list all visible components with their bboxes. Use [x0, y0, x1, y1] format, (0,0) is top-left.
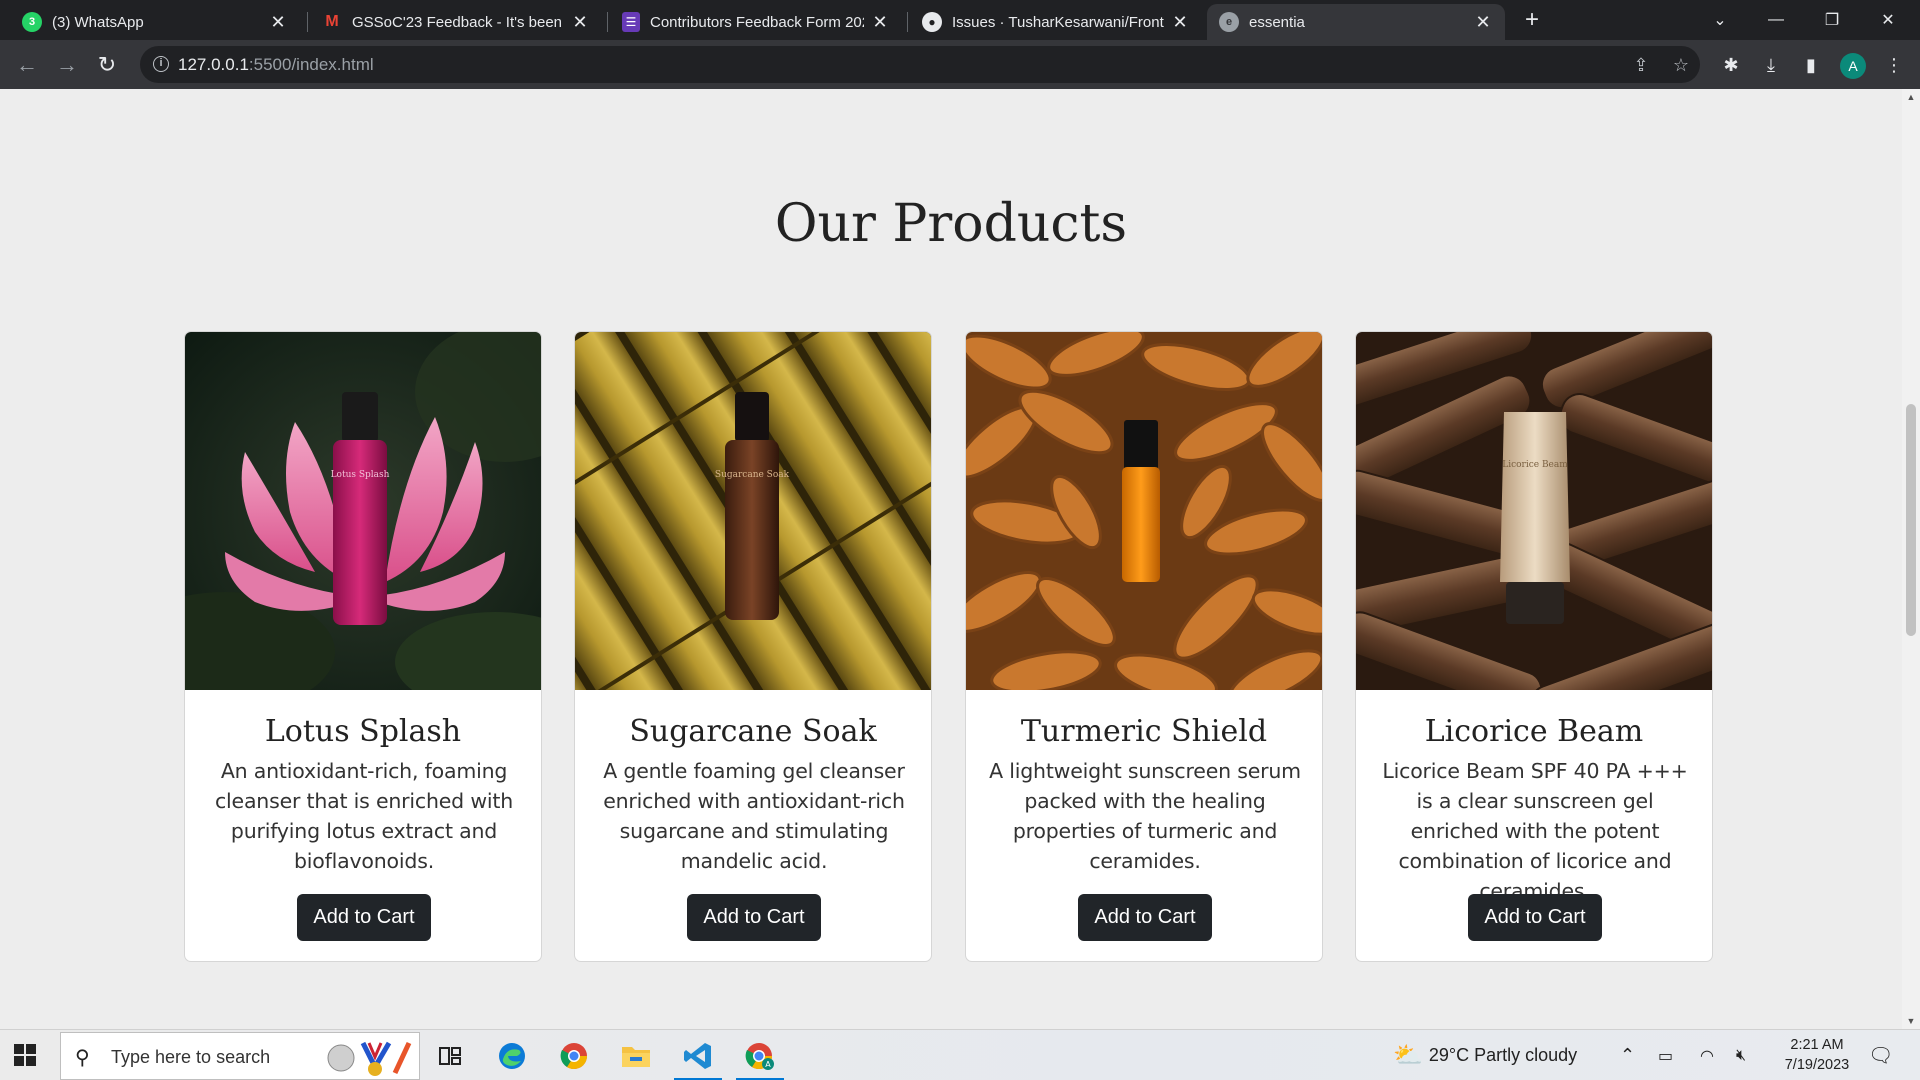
wifi-icon[interactable]: ◠ [1700, 1030, 1714, 1080]
file-explorer-icon[interactable] [608, 1030, 664, 1080]
bottle-label: Lotus Splash [331, 470, 390, 480]
windows-taskbar: ⚲ Type here to search A ⛅ 29°C Partly cl… [0, 1029, 1920, 1080]
tab-title: essentia [1249, 13, 1305, 31]
product-card: Licorice Beam Licorice Beam Licorice Bea… [1355, 331, 1713, 962]
scroll-up-icon[interactable]: ▲ [1902, 89, 1920, 105]
svg-text:A: A [765, 1060, 771, 1069]
menu-kebab-icon[interactable]: ⋮ [1883, 54, 1905, 76]
product-name: Sugarcane Soak [629, 714, 877, 749]
search-placeholder: Type here to search [111, 1047, 271, 1067]
vscode-icon[interactable] [670, 1030, 726, 1080]
profile-avatar[interactable]: A [1840, 53, 1866, 79]
globe-icon: e [1219, 12, 1239, 32]
url-path: :5500/index.html [248, 55, 374, 74]
product-card: Sugarcane Soak Sugarcane Soak A gentle f… [574, 331, 932, 962]
scroll-down-icon[interactable]: ▼ [1902, 1013, 1920, 1029]
clock-date: 7/19/2023 [1784, 1057, 1850, 1073]
clock-time: 2:21 AM [1790, 1037, 1844, 1053]
bottle-label: Licorice Beam [1502, 460, 1568, 470]
partly-cloudy-icon: ⛅ [1393, 1042, 1423, 1069]
product-name: Licorice Beam [1424, 714, 1644, 749]
bottle-label: Sugarcane Soak [715, 470, 790, 480]
bookmark-star-icon[interactable]: ☆ [1670, 54, 1692, 76]
product-card: Turmeric Shield A lightweight sunscreen … [965, 331, 1323, 962]
product-name: Turmeric Shield [1020, 714, 1268, 749]
tab-title: Contributors Feedback Form 202 [650, 13, 864, 31]
weather-widget[interactable]: ⛅ 29°C Partly cloudy [1393, 1030, 1577, 1080]
volume-muted-icon[interactable]: 🔇︎ [1736, 1030, 1746, 1080]
back-icon[interactable]: ← [12, 50, 42, 80]
tab-strip: 3 (3) WhatsApp ✕ M GSSoC'23 Feedback - I… [0, 0, 1920, 40]
add-to-cart-button[interactable]: Add to Cart [1468, 894, 1602, 941]
url-host: 127.0.0.1 [178, 55, 249, 74]
product-image [966, 332, 1322, 690]
product-image: Lotus Splash [185, 332, 541, 690]
task-view-icon[interactable] [422, 1030, 478, 1080]
scrollbar-thumb[interactable] [1906, 404, 1916, 636]
close-icon[interactable]: ✕ [1473, 12, 1493, 33]
tab-title: (3) WhatsApp [52, 13, 144, 31]
product-name: Lotus Splash [264, 714, 462, 749]
minimize-button[interactable]: — [1748, 0, 1804, 40]
restore-button[interactable]: ❐ [1804, 0, 1860, 40]
browser-toolbar: ← → ↻ i 127.0.0.1:5500/index.html ⇪ ☆ ✱ … [0, 40, 1920, 89]
page-viewport: Our Products Lotus Splash Lotus Splash A… [0, 89, 1902, 1029]
product-description: A gentle foaming gel cleanser enriched w… [603, 759, 905, 873]
forward-icon[interactable]: → [52, 50, 82, 80]
edge-icon[interactable] [484, 1030, 540, 1080]
tab-search-icon[interactable]: ⌄ [1692, 0, 1748, 40]
tab-essentia[interactable]: e essentia ✕ [1207, 4, 1505, 40]
address-bar[interactable]: i 127.0.0.1:5500/index.html ⇪ ☆ [140, 46, 1700, 83]
site-info-icon[interactable]: i [153, 56, 169, 72]
add-to-cart-button[interactable]: Add to Cart [1078, 894, 1212, 941]
page-scrollbar[interactable]: ▲ ▼ [1902, 89, 1920, 1029]
add-to-cart-button[interactable]: Add to Cart [687, 894, 821, 941]
tab-github[interactable]: ● Issues · TusharKesarwani/Front-E ✕ [910, 4, 1202, 40]
search-icon: ⚲ [75, 1047, 90, 1069]
download-icon[interactable]: ⤓ [1760, 54, 1782, 76]
close-icon[interactable]: ✕ [870, 12, 890, 33]
extensions-icon[interactable]: ✱ [1720, 54, 1742, 76]
tab-whatsapp[interactable]: 3 (3) WhatsApp ✕ [10, 4, 300, 40]
product-image: Licorice Beam [1356, 332, 1712, 690]
battery-icon[interactable]: ▭ [1658, 1030, 1673, 1080]
google-forms-icon: ☰ [622, 12, 640, 32]
tab-gmail[interactable]: M GSSoC'23 Feedback - It's been 2 ✕ [310, 4, 602, 40]
notifications-icon[interactable]: 🗨︎ [1868, 1030, 1893, 1080]
search-highlight-icon [327, 1041, 412, 1076]
product-image: Sugarcane Soak [575, 332, 931, 690]
close-icon[interactable]: ✕ [268, 12, 288, 33]
tab-forms[interactable]: ☰ Contributors Feedback Form 202 ✕ [610, 4, 902, 40]
chrome-profile-icon[interactable]: A [732, 1030, 788, 1080]
windows-start-icon[interactable] [14, 1044, 36, 1066]
close-icon[interactable]: ✕ [570, 12, 590, 33]
side-panel-icon[interactable]: ▮ [1800, 54, 1822, 76]
product-card: Lotus Splash Lotus Splash An antioxidant… [184, 331, 542, 962]
reload-icon[interactable]: ↻ [92, 50, 122, 80]
gmail-icon: M [325, 13, 339, 30]
product-description: Licorice Beam SPF 40 PA +++ is a clear s… [1382, 759, 1688, 903]
section-title: Our Products [774, 194, 1128, 254]
close-icon[interactable]: ✕ [1170, 12, 1190, 33]
chrome-icon[interactable] [546, 1030, 602, 1080]
url-text[interactable]: 127.0.0.1:5500/index.html [178, 55, 374, 75]
whatsapp-icon: 3 [22, 12, 42, 32]
new-tab-button[interactable]: + [1518, 6, 1546, 34]
weather-text: 29°C Partly cloudy [1428, 1045, 1578, 1065]
tab-title: Issues · TusharKesarwani/Front-E [952, 13, 1164, 31]
close-window-button[interactable]: ✕ [1860, 0, 1916, 40]
show-hidden-icons-icon[interactable]: ⌃ [1620, 1030, 1635, 1080]
github-icon: ● [922, 12, 942, 32]
tab-title: GSSoC'23 Feedback - It's been 2 [352, 13, 564, 31]
product-description: An antioxidant-rich, foaming cleanser th… [214, 759, 514, 873]
taskbar-search-input[interactable]: ⚲ Type here to search [60, 1032, 420, 1080]
share-icon[interactable]: ⇪ [1630, 54, 1652, 76]
taskbar-clock[interactable]: 2:21 AM 7/19/2023 [1768, 1035, 1866, 1075]
add-to-cart-button[interactable]: Add to Cart [297, 894, 431, 941]
product-description: A lightweight sunscreen serum packed wit… [989, 759, 1301, 873]
